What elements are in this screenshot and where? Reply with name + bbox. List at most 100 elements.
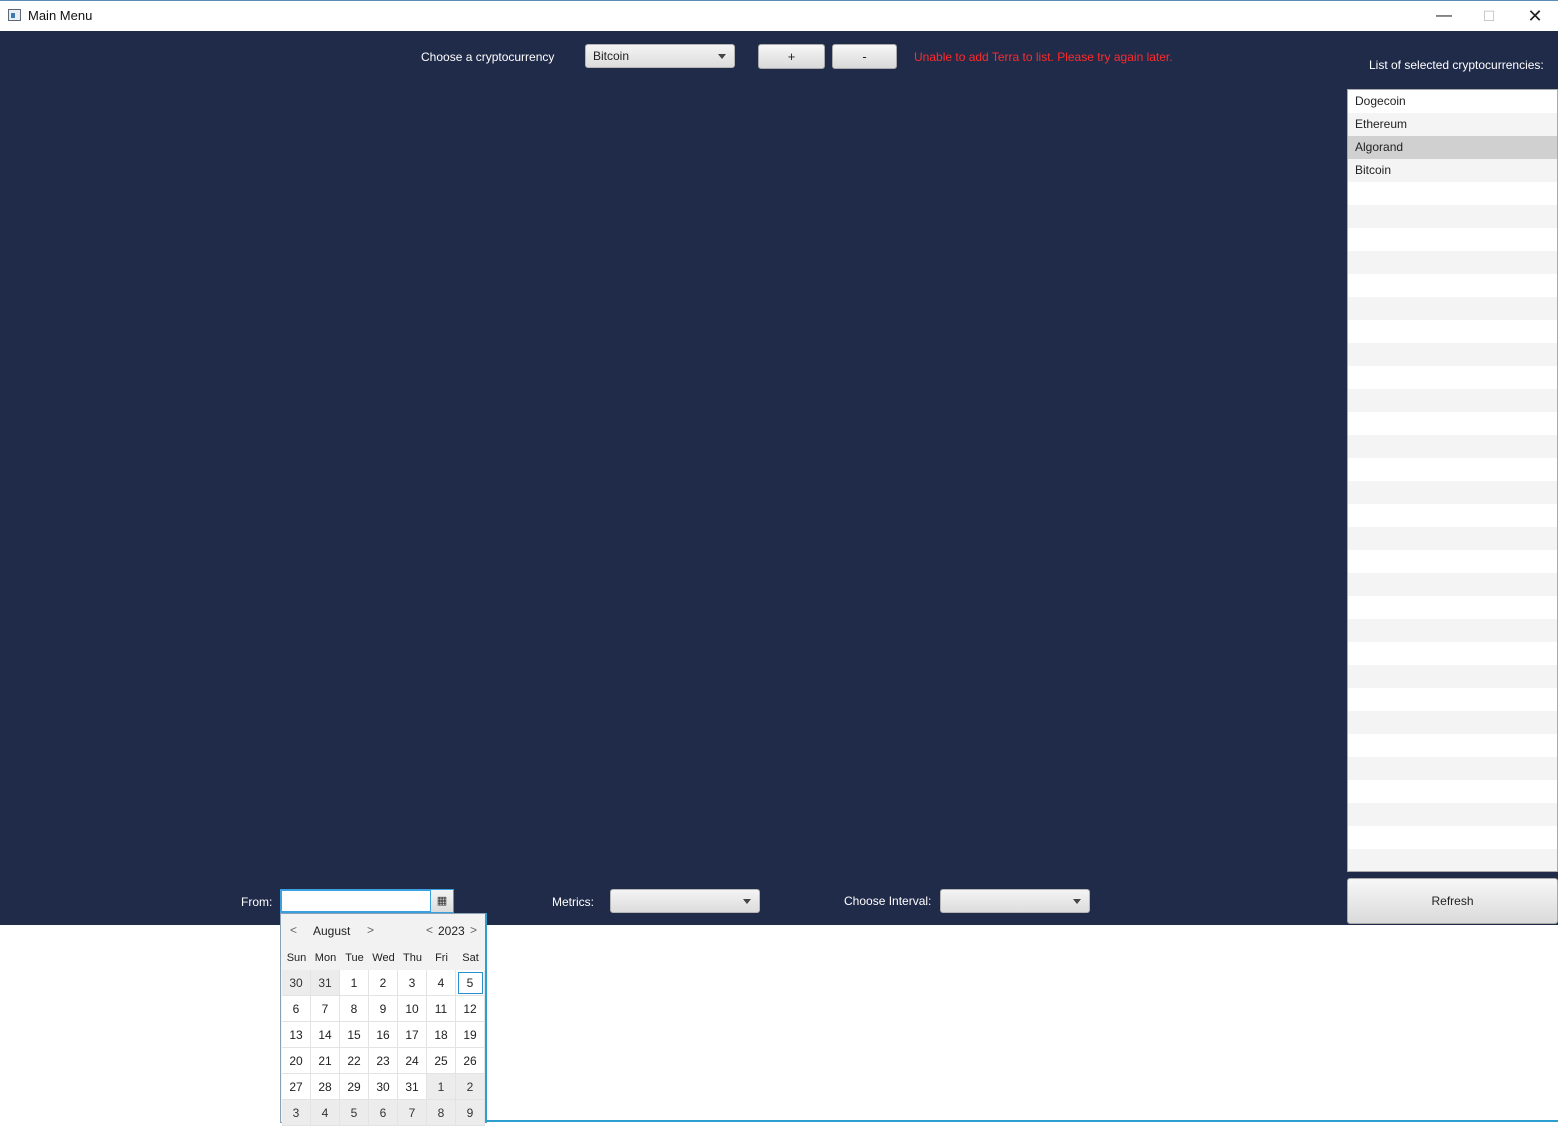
interval-combobox[interactable] <box>940 889 1090 913</box>
calendar-day[interactable]: 4 <box>427 970 456 996</box>
calendar-day[interactable]: 2 <box>456 1074 485 1100</box>
list-empty-row <box>1348 734 1557 757</box>
calendar-day[interactable]: 14 <box>311 1022 340 1048</box>
calendar-day[interactable]: 23 <box>369 1048 398 1074</box>
minimize-button[interactable]: — <box>1421 1 1467 31</box>
calendar-week: 27 28 29 30 31 1 2 <box>282 1074 485 1100</box>
list-empty-row <box>1348 458 1557 481</box>
calendar-week: 6 7 8 9 10 11 12 <box>282 996 485 1022</box>
calendar-day[interactable]: 8 <box>427 1100 456 1126</box>
list-empty-row <box>1348 550 1557 573</box>
calendar-day[interactable]: 11 <box>427 996 456 1022</box>
list-empty-row <box>1348 826 1557 849</box>
list-item[interactable]: Ethereum <box>1348 113 1557 136</box>
calendar-day[interactable]: 22 <box>340 1048 369 1074</box>
choose-crypto-label: Choose a cryptocurrency <box>421 50 555 64</box>
calendar-day[interactable]: 26 <box>456 1048 485 1074</box>
list-empty-row <box>1348 412 1557 435</box>
calendar-day[interactable]: 6 <box>369 1100 398 1126</box>
calendar-day[interactable]: 8 <box>340 996 369 1022</box>
calendar-day[interactable]: 5 <box>456 970 485 996</box>
title-bar: Main Menu — ☐ ✕ <box>0 0 1558 31</box>
calendar-day[interactable]: 28 <box>311 1074 340 1100</box>
calendar-day[interactable]: 20 <box>282 1048 311 1074</box>
calendar-day[interactable]: 13 <box>282 1022 311 1048</box>
list-empty-row <box>1348 389 1557 412</box>
refresh-button[interactable]: Refresh <box>1347 878 1558 924</box>
calendar-year: 2023 <box>438 924 465 938</box>
calendar-day[interactable]: 24 <box>398 1048 427 1074</box>
list-empty-row <box>1348 665 1557 688</box>
calendar-day[interactable]: 18 <box>427 1022 456 1048</box>
chevron-down-icon <box>1073 899 1081 904</box>
calendar-day[interactable]: 9 <box>456 1100 485 1126</box>
list-empty-row <box>1348 182 1557 205</box>
calendar-week: 30 31 1 2 3 4 5 <box>282 970 485 996</box>
selected-crypto-list[interactable]: Dogecoin Ethereum Algorand Bitcoin <box>1347 89 1558 872</box>
metrics-combobox[interactable] <box>610 889 760 913</box>
list-empty-row <box>1348 573 1557 596</box>
list-item[interactable]: Bitcoin <box>1348 159 1557 182</box>
maximize-button[interactable]: ☐ <box>1466 1 1512 31</box>
calendar-day[interactable]: 31 <box>311 970 340 996</box>
calendar-day[interactable]: 4 <box>311 1100 340 1126</box>
calendar-day[interactable]: 7 <box>398 1100 427 1126</box>
weekday-label: Tue <box>340 946 369 970</box>
next-month-button[interactable]: > <box>367 923 374 937</box>
calendar-day[interactable]: 2 <box>369 970 398 996</box>
list-empty-row <box>1348 803 1557 826</box>
list-heading: List of selected cryptocurrencies: <box>1369 58 1544 72</box>
app-icon <box>8 9 21 21</box>
from-date-input[interactable] <box>280 889 430 913</box>
calendar-day[interactable]: 21 <box>311 1048 340 1074</box>
chevron-down-icon <box>718 54 726 59</box>
calendar-day[interactable]: 15 <box>340 1022 369 1048</box>
list-empty-row <box>1348 251 1557 274</box>
list-empty-row <box>1348 757 1557 780</box>
calendar-day[interactable]: 25 <box>427 1048 456 1074</box>
calendar-day[interactable]: 3 <box>398 970 427 996</box>
add-crypto-button[interactable]: + <box>758 44 825 69</box>
prev-month-button[interactable]: < <box>290 923 297 937</box>
calendar-day[interactable]: 29 <box>340 1074 369 1100</box>
calendar-day[interactable]: 10 <box>398 996 427 1022</box>
calendar-week: 3456789 <box>282 1100 485 1126</box>
crypto-combobox[interactable]: Bitcoin <box>585 44 735 68</box>
calendar-day[interactable]: 17 <box>398 1022 427 1048</box>
list-empty-row <box>1348 596 1557 619</box>
weekday-label: Fri <box>427 946 456 970</box>
calendar-day[interactable]: 19 <box>456 1022 485 1048</box>
list-empty-row <box>1348 205 1557 228</box>
calendar-day[interactable]: 27 <box>282 1074 311 1100</box>
list-item[interactable]: Algorand <box>1348 136 1557 159</box>
calendar-day[interactable]: 3 <box>282 1100 311 1126</box>
list-empty-row <box>1348 366 1557 389</box>
next-year-button[interactable]: > <box>470 923 477 937</box>
calendar-grid: Sun Mon Tue Wed Thu Fri Sat 30 31 1 2 3 4 5 6 7 8 9 10 11 12… <box>282 946 485 1126</box>
remove-crypto-button[interactable]: - <box>832 44 897 69</box>
calendar-day[interactable]: 1 <box>340 970 369 996</box>
calendar-day[interactable]: 12 <box>456 996 485 1022</box>
calendar-day[interactable]: 30 <box>282 970 311 996</box>
calendar-day[interactable]: 7 <box>311 996 340 1022</box>
calendar-day[interactable]: 30 <box>369 1074 398 1100</box>
calendar-day[interactable]: 31 <box>398 1074 427 1100</box>
calendar-day[interactable]: 1 <box>427 1074 456 1100</box>
list-empty-row <box>1348 481 1557 504</box>
calendar-day[interactable]: 16 <box>369 1022 398 1048</box>
list-empty-row <box>1348 320 1557 343</box>
prev-year-button[interactable]: < <box>426 923 433 937</box>
calendar-day[interactable]: 6 <box>282 996 311 1022</box>
list-empty-row <box>1348 527 1557 550</box>
from-label: From: <box>241 895 273 909</box>
list-empty-row <box>1348 688 1557 711</box>
calendar-icon[interactable]: ▦ <box>430 889 454 913</box>
calendar-day[interactable]: 9 <box>369 996 398 1022</box>
calendar-month: August <box>313 924 351 938</box>
date-picker-popup: < August > < 2023 > Sun Mon Tue Wed Thu Fri Sa… <box>280 913 487 1126</box>
crypto-combobox-value: Bitcoin <box>593 49 630 63</box>
list-empty-row <box>1348 642 1557 665</box>
list-item[interactable]: Dogecoin <box>1348 90 1557 113</box>
close-button[interactable]: ✕ <box>1512 1 1558 31</box>
calendar-day[interactable]: 5 <box>340 1100 369 1126</box>
